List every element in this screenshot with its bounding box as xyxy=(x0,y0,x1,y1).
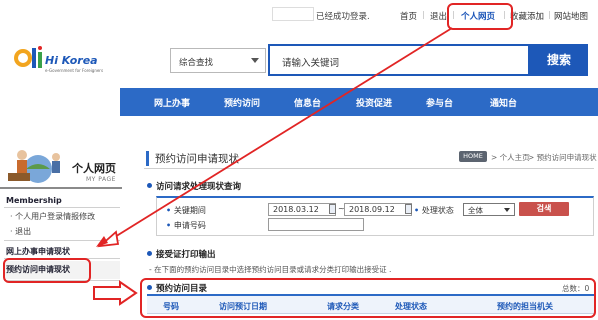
annotation-arrow-icon xyxy=(93,280,138,306)
annotation-arrow-icon xyxy=(97,27,453,248)
annotation-arrows xyxy=(93,27,453,306)
